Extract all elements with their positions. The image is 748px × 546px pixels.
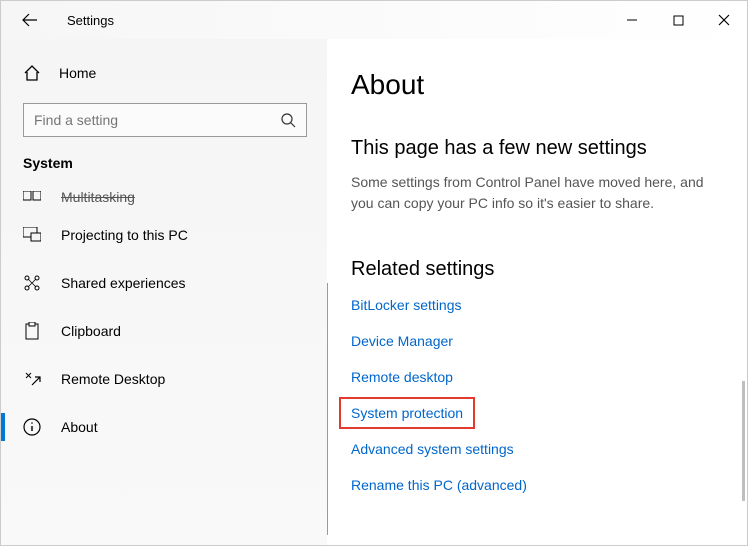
nav-label: Projecting to this PC — [61, 227, 188, 243]
projecting-icon — [23, 226, 41, 244]
window-title: Settings — [67, 13, 114, 28]
home-nav[interactable]: Home — [1, 53, 327, 93]
nav-label: Remote Desktop — [61, 371, 165, 387]
nav-label: About — [61, 419, 98, 435]
nav-item-clipboard[interactable]: Clipboard — [1, 307, 327, 355]
nav-label: Multitasking — [61, 189, 135, 205]
page-title: About — [351, 69, 723, 101]
scrollbar[interactable] — [742, 381, 745, 501]
search-icon — [280, 112, 296, 128]
home-label: Home — [59, 65, 96, 81]
back-button[interactable] — [13, 3, 47, 37]
shared-icon — [23, 274, 41, 292]
vertical-divider — [327, 283, 328, 535]
clipboard-icon — [23, 322, 41, 340]
nav-list: Multitasking Projecting to this PC Share… — [1, 181, 327, 451]
nav-item-projecting[interactable]: Projecting to this PC — [1, 211, 327, 259]
link-bitlocker[interactable]: BitLocker settings — [351, 297, 462, 313]
search-box[interactable] — [23, 103, 307, 137]
link-system-protection[interactable]: System protection — [339, 397, 475, 429]
back-arrow-icon — [22, 12, 38, 28]
home-icon — [23, 64, 41, 82]
related-heading: Related settings — [351, 258, 723, 281]
search-input[interactable] — [34, 112, 274, 128]
link-device-manager[interactable]: Device Manager — [351, 333, 453, 349]
nav-label: Clipboard — [61, 323, 121, 339]
window-controls — [609, 4, 747, 36]
description: Some settings from Control Panel have mo… — [351, 172, 723, 214]
nav-item-remote[interactable]: Remote Desktop — [1, 355, 327, 403]
minimize-icon — [626, 14, 638, 26]
sidebar: Home System Multitasking — [1, 39, 327, 545]
remote-icon — [23, 370, 41, 388]
link-remote-desktop[interactable]: Remote desktop — [351, 369, 453, 385]
close-button[interactable] — [701, 4, 747, 36]
nav-label: Shared experiences — [61, 275, 186, 291]
close-icon — [718, 14, 730, 26]
nav-item-multitasking[interactable]: Multitasking — [1, 181, 327, 211]
titlebar: Settings — [1, 1, 747, 39]
link-advanced-system[interactable]: Advanced system settings — [351, 441, 514, 457]
maximize-button[interactable] — [655, 4, 701, 36]
link-rename-pc[interactable]: Rename this PC (advanced) — [351, 477, 527, 493]
main-content: About This page has a few new settings S… — [327, 39, 747, 545]
subheading: This page has a few new settings — [351, 137, 723, 160]
about-icon — [23, 418, 41, 436]
multitasking-icon — [23, 187, 41, 205]
minimize-button[interactable] — [609, 4, 655, 36]
related-links: BitLocker settings Device Manager Remote… — [351, 297, 723, 493]
section-label: System — [1, 149, 327, 181]
nav-item-about[interactable]: About — [1, 403, 327, 451]
nav-item-shared[interactable]: Shared experiences — [1, 259, 327, 307]
maximize-icon — [673, 15, 684, 26]
